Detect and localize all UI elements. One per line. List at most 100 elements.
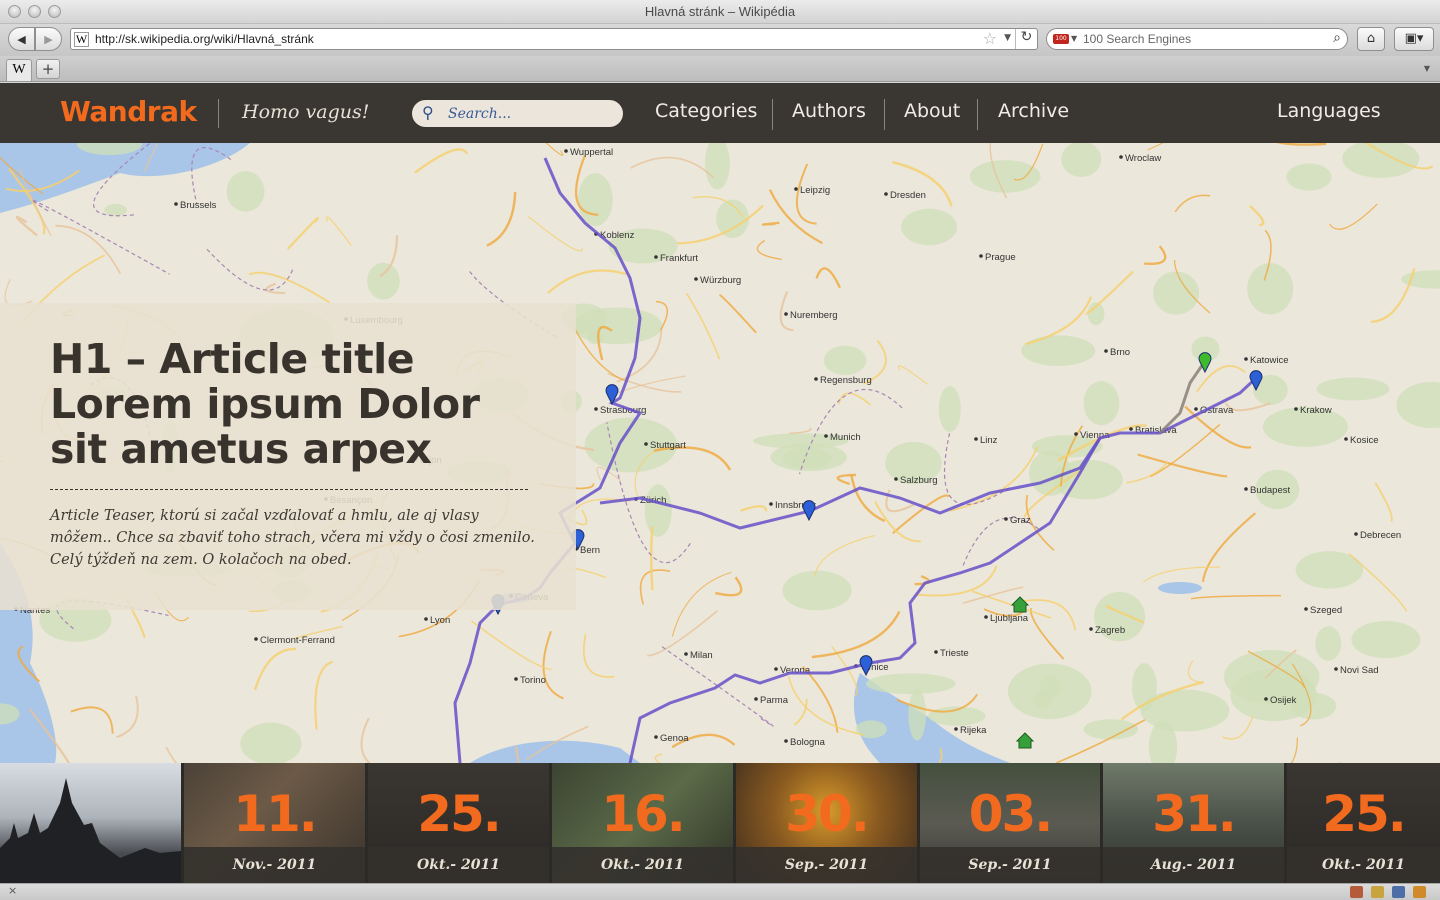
timeline-post[interactable]: 16. Okt.- 2011 — [552, 763, 733, 883]
post-timeline: 11. Nov.- 2011 25. Okt.- 2011 16. Okt.- 2011 3… — [0, 763, 1440, 883]
nav-about[interactable]: About — [904, 100, 960, 122]
close-icon[interactable]: × — [8, 884, 17, 897]
globe-icon[interactable] — [1392, 886, 1405, 898]
forest-area — [1153, 271, 1200, 315]
addons-button[interactable]: ▣▾ — [1394, 27, 1434, 51]
home-icon: ⌂ — [1366, 31, 1376, 46]
city-dot — [774, 667, 778, 671]
city-dot — [824, 434, 828, 438]
engine-dropdown-icon[interactable]: ▼ — [1071, 34, 1077, 43]
city-label: Salzburg — [900, 475, 938, 486]
cathedral-silhouette — [0, 778, 181, 883]
address-bar[interactable]: W http://sk.wikipedia.org/wiki/Hlavná_st… — [70, 28, 1038, 50]
addon-status-icons — [1350, 886, 1426, 898]
forest-area — [1140, 689, 1230, 732]
back-button[interactable]: ◀ — [8, 27, 35, 51]
post-month: Okt.- 2011 — [601, 857, 684, 873]
city-label: Novi Sad — [1340, 665, 1379, 676]
site-search-box[interactable]: ⚲ — [412, 100, 623, 127]
article-card[interactable]: H1 – Article title Lorem ipsum Dolor sit… — [0, 303, 576, 610]
window-title: Hlavná stránk – Wikipédia — [644, 4, 796, 19]
timeline-post[interactable]: 11. Nov.- 2011 — [184, 763, 365, 883]
city-dot — [784, 739, 788, 743]
timeline-post[interactable]: 31. Aug.- 2011 — [1103, 763, 1284, 883]
post-thumbnail — [0, 763, 181, 883]
city-label: Leipzig — [800, 185, 830, 196]
search-engine-icon[interactable]: 100 — [1053, 34, 1069, 44]
tab-strip: W + ▼ — [0, 56, 1440, 82]
site-search-input[interactable] — [448, 103, 618, 124]
city-label: Szeged — [1310, 605, 1342, 616]
reload-icon[interactable]: ↻ — [1015, 29, 1037, 49]
city-label: Osijek — [1270, 695, 1297, 706]
languages-menu[interactable]: Languages — [1277, 100, 1381, 122]
city-dot — [1334, 667, 1338, 671]
city-dot — [644, 442, 648, 446]
nav-authors[interactable]: Authors — [792, 100, 866, 122]
history-dropdown-icon[interactable]: ▼ — [1004, 33, 1011, 43]
city-label: Lyon — [430, 615, 450, 626]
browser-search-placeholder: 100 Search Engines — [1083, 32, 1192, 46]
browser-search-bar[interactable]: 100 ▼ 100 Search Engines ⌕ — [1046, 28, 1348, 50]
city-label: Regensburg — [820, 375, 872, 386]
tab-list-dropdown-icon[interactable]: ▼ — [1424, 64, 1430, 73]
city-label: Dresden — [890, 190, 926, 201]
warning-icon[interactable] — [1371, 886, 1384, 898]
article-title-line: sit ametus arpex — [50, 425, 432, 473]
city-dot — [1194, 407, 1198, 411]
city-label: Ljubljana — [990, 613, 1029, 624]
city-label: Budapest — [1250, 485, 1291, 496]
forest-area — [1286, 163, 1332, 191]
route-map[interactable]: Wuppertal Koblenz Frankfurt Würzburg Nurembe… — [0, 143, 1440, 763]
search-icon[interactable]: ⌕ — [1333, 30, 1341, 46]
city-dot — [654, 735, 658, 739]
city-dot — [564, 149, 568, 153]
bookmark-star-icon[interactable]: ☆ — [983, 29, 997, 48]
city-label: Milan — [690, 650, 713, 661]
city-dot — [984, 615, 988, 619]
nav-categories[interactable]: Categories — [655, 100, 757, 122]
timeline-post[interactable]: 25. Okt.- 2011 — [368, 763, 549, 883]
timeline-post[interactable]: 03. Sep.- 2011 — [920, 763, 1100, 883]
city-dot — [1074, 432, 1078, 436]
forest-area — [938, 386, 961, 433]
timeline-post[interactable]: 25. Okt.- 2011 — [1287, 763, 1440, 883]
city-dot — [974, 437, 978, 441]
forward-button[interactable]: ▶ — [35, 27, 62, 51]
addon-icon[interactable] — [1413, 886, 1426, 898]
window-titlebar: Hlavná stránk – Wikipédia — [0, 0, 1440, 24]
city-label: Linz — [980, 435, 998, 446]
city-dot — [594, 407, 598, 411]
city-label: Frankfurt — [660, 253, 698, 264]
article-title-line: H1 – Article title — [50, 335, 415, 383]
city-dot — [1244, 357, 1248, 361]
post-month: Aug.- 2011 — [1150, 857, 1237, 873]
download-icon[interactable] — [1350, 886, 1363, 898]
city-dot — [1004, 517, 1008, 521]
road — [650, 526, 654, 591]
wikipedia-favicon-icon: W — [74, 32, 89, 47]
city-dot — [1244, 487, 1248, 491]
city-dot — [814, 377, 818, 381]
city-label: Rijeka — [960, 725, 987, 736]
timeline-post[interactable]: 30. Sep.- 2011 — [736, 763, 917, 883]
forest-area — [587, 331, 604, 345]
post-month: Sep.- 2011 — [784, 857, 869, 873]
website-viewport: Wandrak Homo vagus! ⚲ Categories Authors… — [0, 83, 1440, 883]
forest-area — [1315, 626, 1342, 661]
article-title[interactable]: H1 – Article title Lorem ipsum Dolor sit… — [50, 337, 550, 472]
city-label: Munich — [830, 432, 861, 443]
forest-area — [823, 345, 867, 375]
search-icon[interactable]: ⚲ — [422, 103, 434, 122]
city-dot — [884, 192, 888, 196]
new-tab-button[interactable]: + — [36, 59, 60, 79]
home-button[interactable]: ⌂ — [1357, 27, 1385, 51]
forest-area — [1083, 719, 1139, 740]
featured-photo[interactable] — [0, 763, 181, 883]
city-dot — [1354, 532, 1358, 536]
site-logo[interactable]: Wandrak — [60, 95, 197, 128]
city-dot — [1129, 427, 1133, 431]
address-text[interactable]: http://sk.wikipedia.org/wiki/Hlavná_strá… — [95, 32, 314, 46]
tab-wikipedia[interactable]: W — [6, 59, 32, 81]
nav-archive[interactable]: Archive — [998, 100, 1069, 122]
